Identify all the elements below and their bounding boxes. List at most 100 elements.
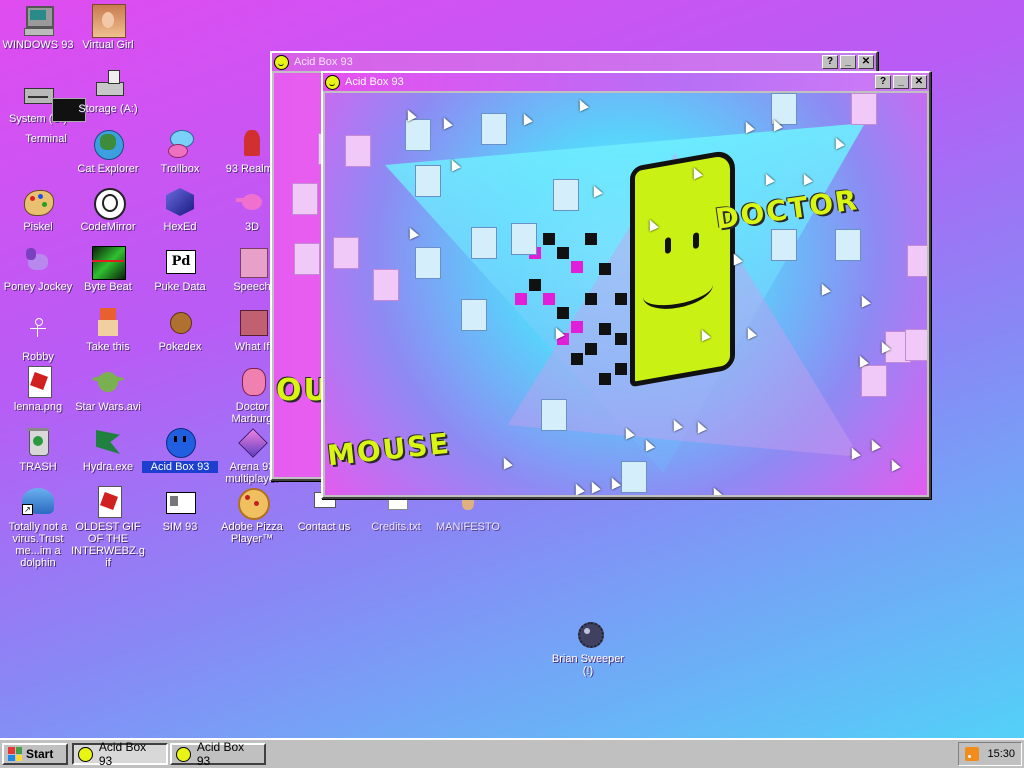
desktop-icon-trollbox[interactable]: Trollbox bbox=[142, 128, 218, 175]
close-button[interactable]: ✕ bbox=[911, 75, 927, 89]
desktop-icon-cat-explorer[interactable]: Cat Explorer bbox=[70, 128, 146, 175]
taskbar-item-acid-box-2[interactable]: Acid Box 93 bbox=[170, 740, 266, 768]
book-icon bbox=[236, 306, 268, 338]
desktop-icon-acid-box[interactable]: Acid Box 93 bbox=[142, 426, 218, 473]
icon-label: Robby bbox=[22, 351, 54, 363]
icon-label: MANIFESTO bbox=[436, 521, 500, 533]
icon-label: Virtual Girl bbox=[82, 39, 134, 51]
desktop-icon-virtual-girl[interactable]: Virtual Girl bbox=[70, 4, 146, 51]
knight-icon bbox=[236, 128, 268, 160]
dragon-icon bbox=[92, 426, 124, 458]
icon-label: Byte Beat bbox=[84, 281, 132, 293]
palette-icon bbox=[22, 186, 54, 218]
task-label: Acid Box 93 bbox=[196, 740, 245, 768]
mine-icon bbox=[572, 618, 604, 650]
chat-bubble-icon bbox=[164, 128, 196, 160]
desktop: WINDOWS 93 System (C:) Terminal Piskel P… bbox=[0, 0, 1024, 738]
image-file-icon bbox=[22, 366, 54, 398]
icon-label: Credits.txt bbox=[371, 521, 421, 533]
desktop-icon-puke-data[interactable]: Pd Puke Data bbox=[142, 246, 218, 293]
byte-beat-icon bbox=[92, 246, 126, 280]
gif-file-icon bbox=[92, 486, 124, 518]
desktop-icon-windows93[interactable]: WINDOWS 93 bbox=[0, 4, 76, 51]
start-label: Start bbox=[26, 747, 54, 761]
pony-icon bbox=[22, 246, 54, 278]
icon-label: Take this bbox=[86, 341, 130, 353]
desktop-icon-hydra[interactable]: Hydra.exe bbox=[70, 426, 146, 473]
trash-icon bbox=[22, 426, 54, 458]
clock: 15:30 bbox=[987, 748, 1015, 760]
icon-label: Storage (A:) bbox=[78, 103, 138, 115]
pd-icon: Pd bbox=[164, 246, 196, 278]
icon-label: Piskel bbox=[23, 221, 53, 233]
task-label: Acid Box 93 bbox=[98, 740, 147, 768]
codemirror-icon bbox=[92, 186, 126, 220]
desktop-icon-trash[interactable]: TRASH bbox=[0, 426, 76, 473]
sim-icon bbox=[164, 486, 196, 518]
desktop-icon-take-this[interactable]: Take this bbox=[70, 306, 146, 353]
acid-box-canvas[interactable]: DOCTOR MOUSE bbox=[325, 93, 927, 495]
desktop-icon-piskel[interactable]: Piskel bbox=[0, 186, 76, 233]
face-portrait-icon bbox=[92, 4, 126, 38]
desktop-icon-sim93[interactable]: SIM 93 bbox=[142, 486, 218, 533]
dolphin-icon: ↗ bbox=[22, 486, 54, 518]
start-button[interactable]: Start bbox=[2, 743, 68, 765]
icon-label: Totally not a virus.Trust me...im a dolp… bbox=[8, 521, 68, 569]
window-title: Acid Box 93 bbox=[294, 56, 353, 68]
minimize-button[interactable]: _ bbox=[840, 55, 856, 69]
desktop-icon-oldest-gif[interactable]: OLDEST GIF OF THE INTERWEBZ.gif bbox=[70, 486, 146, 569]
close-button[interactable]: ✕ bbox=[858, 55, 874, 69]
desktop-icon-robby[interactable]: Robby bbox=[0, 316, 76, 363]
help-button[interactable]: ? bbox=[875, 75, 891, 89]
icon-label: WINDOWS 93 bbox=[2, 39, 74, 51]
rss-icon[interactable] bbox=[965, 747, 980, 761]
icon-label: TRASH bbox=[19, 461, 57, 473]
icon-label: Poney Jockey bbox=[3, 281, 73, 293]
minimize-button[interactable]: _ bbox=[893, 75, 909, 89]
stick-figure-icon bbox=[22, 316, 54, 348]
desktop-icon-hexed[interactable]: HexEd bbox=[142, 186, 218, 233]
pizza-icon bbox=[236, 486, 270, 520]
acid-smiley-icon bbox=[176, 746, 191, 762]
acid-smiley-icon bbox=[78, 746, 93, 762]
desktop-icon-poney-jockey[interactable]: Poney Jockey bbox=[0, 246, 76, 293]
icon-label: Pokedex bbox=[158, 341, 202, 353]
cube-icon bbox=[236, 426, 268, 458]
windows-logo-icon bbox=[8, 747, 22, 761]
icon-label: SIM 93 bbox=[162, 521, 198, 533]
window-title: Acid Box 93 bbox=[345, 76, 404, 88]
terminal-icon bbox=[30, 98, 86, 130]
hexagon-icon bbox=[164, 186, 196, 218]
icon-label: Contact us bbox=[297, 521, 351, 533]
desktop-icon-codemirror[interactable]: CodeMirror bbox=[70, 186, 146, 233]
icon-label: Brian Sweeper (!) bbox=[551, 653, 625, 677]
icon-label: lenna.png bbox=[13, 401, 63, 413]
floppy-drive-icon bbox=[92, 68, 124, 100]
icon-label: Puke Data bbox=[154, 281, 206, 293]
globe-cat-icon bbox=[92, 128, 124, 160]
window-acid-box-front[interactable]: Acid Box 93 ? _ ✕ DOCTOR MOUSE bbox=[321, 71, 931, 499]
window-titlebar[interactable]: Acid Box 93 ? _ ✕ bbox=[272, 53, 876, 71]
taskbar-item-acid-box-1[interactable]: Acid Box 93 bbox=[72, 740, 168, 768]
desktop-icon-storage-a[interactable]: Storage (A:) bbox=[70, 68, 146, 115]
desktop-icon-lenna[interactable]: lenna.png bbox=[0, 366, 76, 413]
acid-smiley-icon bbox=[164, 426, 196, 458]
icon-label: OLDEST GIF OF THE INTERWEBZ.gif bbox=[71, 521, 145, 569]
icon-label: Adobe Pizza Player™ bbox=[221, 521, 283, 545]
acid-word-mouse: MOUSE bbox=[325, 426, 453, 473]
taskbar: Start Acid Box 93 Acid Box 93 15:30 bbox=[0, 738, 1024, 768]
speech-face-icon bbox=[236, 246, 268, 278]
teapot-icon bbox=[236, 186, 268, 218]
window-titlebar[interactable]: Acid Box 93 ? _ ✕ bbox=[323, 73, 929, 91]
icon-label: Acid Box 93 bbox=[142, 461, 218, 473]
icon-label: Trollbox bbox=[160, 163, 200, 175]
acid-smiley-icon bbox=[274, 54, 289, 70]
desktop-icon-byte-beat[interactable]: Byte Beat bbox=[70, 246, 146, 293]
desktop-icon-adobe-pizza[interactable]: Adobe Pizza Player™ bbox=[214, 486, 290, 545]
desktop-icon-pokedex[interactable]: Pokedex bbox=[142, 306, 218, 353]
help-button[interactable]: ? bbox=[822, 55, 838, 69]
smiley-flag bbox=[630, 148, 735, 388]
desktop-icon-star-wars[interactable]: Star Wars.avi bbox=[70, 366, 146, 413]
desktop-icon-brian-sweeper[interactable]: Brian Sweeper (!) bbox=[550, 618, 626, 677]
desktop-icon-dolphin[interactable]: ↗ Totally not a virus.Trust me...im a do… bbox=[0, 486, 76, 569]
